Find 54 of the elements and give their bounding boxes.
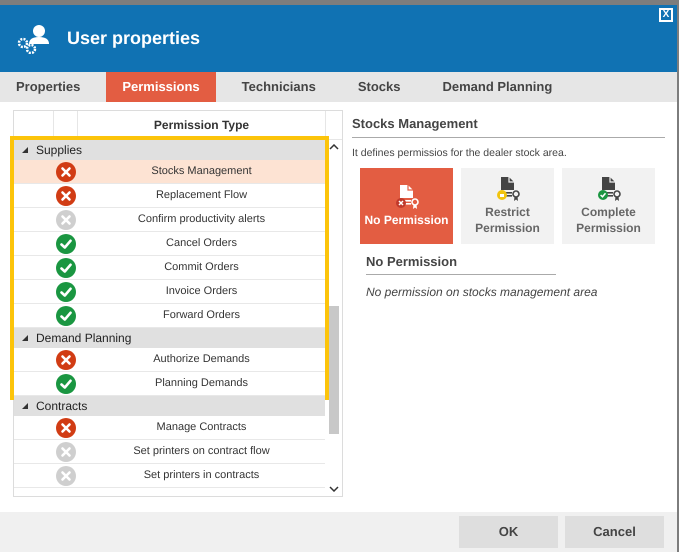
scroll-up-icon[interactable] bbox=[328, 144, 338, 150]
document-permission-icon bbox=[596, 176, 622, 202]
permission-name: Planning Demands bbox=[154, 376, 249, 392]
permission-row[interactable]: Set printers in contracts bbox=[14, 464, 325, 488]
permission-row[interactable]: Forward Orders bbox=[14, 304, 325, 328]
permission-row[interactable]: Cancel Orders bbox=[14, 232, 325, 256]
tab[interactable]: Technicians bbox=[226, 72, 332, 102]
permission-name: Set printers in contracts bbox=[142, 468, 260, 484]
tab[interactable]: Stocks bbox=[342, 72, 416, 102]
section-title: Stocks Management bbox=[352, 114, 665, 138]
permission-option[interactable]: No Permission bbox=[360, 168, 453, 244]
permission-name: Invoice Orders bbox=[164, 284, 238, 300]
permission-option[interactable]: Restrict Permission bbox=[461, 168, 554, 244]
permission-name: Set printers on contract flow bbox=[132, 444, 271, 460]
permission-name: Forward Orders bbox=[162, 308, 242, 324]
permission-row[interactable]: Confirm productivity alerts bbox=[14, 208, 325, 232]
permission-name: Manage Contracts bbox=[156, 420, 248, 436]
permission-name: Stocks Management bbox=[150, 164, 253, 180]
expander-icon[interactable] bbox=[22, 335, 28, 341]
permission-row[interactable]: Planning Demands bbox=[14, 372, 325, 396]
tab[interactable]: Demand Planning bbox=[426, 72, 568, 102]
permission-name: Confirm productivity alerts bbox=[136, 212, 266, 228]
permission-row[interactable]: Replacement Flow bbox=[14, 184, 325, 208]
expander-icon[interactable] bbox=[22, 147, 28, 153]
permission-name: Cancel Orders bbox=[165, 236, 238, 252]
permission-row[interactable]: Set printers on contract flow bbox=[14, 440, 325, 464]
user-settings-icon bbox=[17, 24, 49, 54]
permission-row[interactable]: Authorize Demands bbox=[14, 348, 325, 372]
permission-name: Authorize Demands bbox=[152, 352, 251, 368]
close-button[interactable]: X bbox=[659, 8, 673, 22]
window-title: User properties bbox=[67, 27, 200, 50]
scroll-thumb[interactable] bbox=[328, 306, 338, 434]
section-description: It defines permissios for the dealer stock area. bbox=[352, 146, 568, 160]
dialog-button[interactable]: Cancel bbox=[565, 516, 664, 548]
tab[interactable]: Permissions bbox=[106, 72, 216, 102]
document-permission-icon bbox=[394, 184, 420, 210]
permission-row[interactable]: Invoice Orders bbox=[14, 280, 325, 304]
group-header[interactable]: Contracts bbox=[14, 396, 325, 416]
permission-name: Replacement Flow bbox=[154, 188, 248, 204]
document-permission-icon bbox=[494, 176, 520, 202]
permission-row[interactable]: Manage Contracts bbox=[14, 416, 325, 440]
scroll-down-icon[interactable] bbox=[328, 486, 338, 492]
group-header[interactable]: Demand Planning bbox=[14, 328, 325, 348]
selected-option-title: No Permission bbox=[366, 252, 556, 275]
permission-row[interactable]: Commit Orders bbox=[14, 256, 325, 280]
dialog-button[interactable]: OK bbox=[459, 516, 558, 548]
permission-row[interactable]: Stocks Management bbox=[14, 160, 325, 184]
tab[interactable]: Properties bbox=[0, 72, 96, 102]
permission-option[interactable]: Complete Permission bbox=[562, 168, 655, 244]
selected-option-description: No permission on stocks management area bbox=[366, 284, 598, 301]
permission-name: Commit Orders bbox=[163, 260, 240, 276]
group-header[interactable]: Supplies bbox=[14, 140, 325, 160]
column-header: Permission Type bbox=[152, 117, 250, 134]
expander-icon[interactable] bbox=[22, 403, 28, 409]
